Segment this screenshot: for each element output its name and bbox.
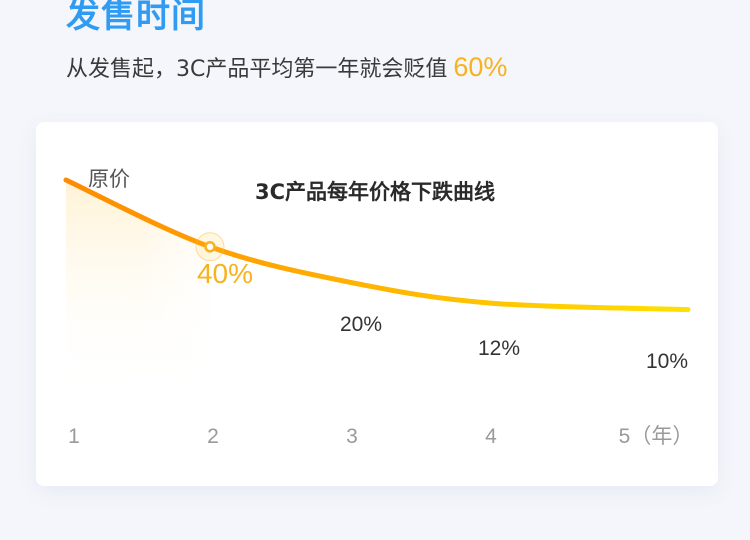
- data-label-3: 20%: [340, 313, 382, 336]
- data-label-4: 12%: [478, 337, 520, 360]
- chart-title-text: 3C产品每年价格下跌曲线: [254, 180, 496, 204]
- x-tick-label-1: 1: [68, 425, 80, 448]
- area-fill-fade: [140, 180, 230, 409]
- data-label-5: 10%: [646, 350, 688, 373]
- highlight-point: [204, 241, 216, 253]
- chart-title: 3C产品每年价格下跌曲线: [0, 178, 750, 206]
- x-tick-label-3: 3: [346, 425, 358, 448]
- data-label-2: 40%: [197, 258, 253, 289]
- price-drop-chart: 40% 20% 12% 10% 1 2 3 4 5（年）: [63, 177, 694, 448]
- x-tick-label-4: 4: [485, 425, 497, 448]
- x-tick-label-5: 5（年）: [619, 425, 694, 448]
- x-tick-label-2: 2: [207, 425, 219, 448]
